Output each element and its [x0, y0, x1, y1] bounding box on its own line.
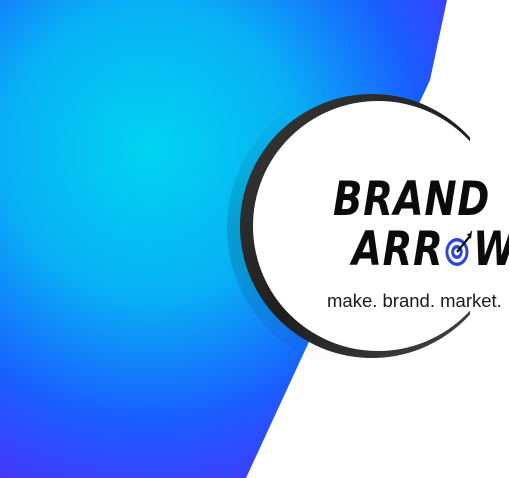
logo-arrow-text: ARR W [352, 226, 509, 273]
logo-arrow-text-b: W [473, 226, 509, 273]
logo-brand-text: BRAND [333, 172, 491, 227]
target-arrow-icon [444, 228, 473, 268]
tagline: make. brand. market. [327, 290, 502, 311]
logo-arrow-text-a: ARR [352, 222, 444, 277]
brand-arrow-graphic: BRAND ARR W make. brand. market. [0, 0, 509, 478]
